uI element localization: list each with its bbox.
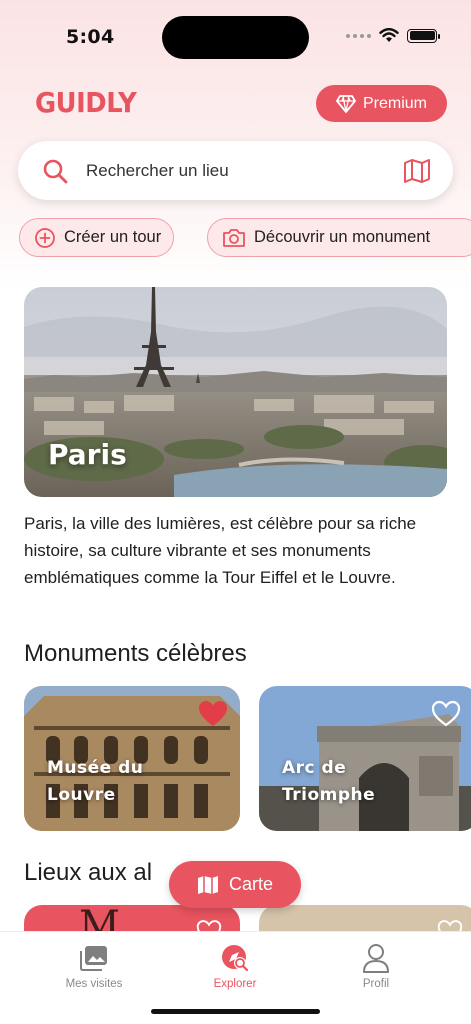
discover-monument-chip[interactable]: Découvrir un monument bbox=[207, 218, 471, 257]
map-icon bbox=[197, 875, 218, 894]
city-name: Paris bbox=[48, 438, 127, 471]
battery-icon bbox=[407, 28, 440, 43]
favorite-heart-icon[interactable] bbox=[198, 700, 228, 727]
tab-label: Profil bbox=[362, 978, 390, 990]
gallery-icon bbox=[80, 946, 107, 971]
app-logo: GUIDLY bbox=[35, 86, 137, 119]
monument-name: Arc de Triomphe bbox=[282, 758, 376, 805]
create-tour-label: Créer un tour bbox=[64, 228, 162, 246]
tab-profile[interactable]: Profil bbox=[326, 942, 426, 990]
status-icons bbox=[346, 28, 440, 43]
discover-monument-label: Découvrir un monument bbox=[254, 228, 431, 246]
search-bar[interactable]: Rechercher un lieu bbox=[18, 141, 453, 200]
create-tour-chip[interactable]: Créer un tour bbox=[19, 218, 175, 257]
explore-icon bbox=[222, 945, 249, 972]
monument-card-arc-de-triomphe[interactable]: Arc de Triomphe bbox=[259, 686, 471, 831]
search-icon bbox=[43, 159, 68, 183]
status-time: 5:04 bbox=[66, 26, 115, 48]
home-indicator bbox=[151, 1009, 320, 1014]
tab-my-visits[interactable]: Mes visites bbox=[44, 942, 144, 990]
city-description: Paris, la ville des lumières, est célèbr… bbox=[24, 514, 417, 587]
map-view-button[interactable]: Carte bbox=[169, 861, 301, 908]
city-hero-card[interactable]: Paris bbox=[24, 287, 447, 497]
signal-icon bbox=[346, 33, 371, 38]
tab-label: Explorer bbox=[213, 978, 257, 990]
monuments-section-title: Monuments célèbres bbox=[24, 640, 247, 667]
user-icon bbox=[363, 944, 389, 973]
search-input[interactable]: Rechercher un lieu bbox=[86, 161, 403, 181]
map-button-label: Carte bbox=[228, 874, 273, 894]
tab-label: Mes visites bbox=[65, 978, 123, 990]
wifi-icon bbox=[379, 28, 399, 42]
dynamic-island bbox=[162, 16, 309, 59]
map-icon[interactable] bbox=[403, 158, 431, 184]
monument-name: Musée du Louvre bbox=[47, 758, 144, 805]
diamond-icon bbox=[336, 94, 356, 113]
plus-circle-icon bbox=[35, 227, 55, 248]
tab-explore[interactable]: Explorer bbox=[185, 942, 285, 990]
favorite-heart-outline-icon[interactable] bbox=[431, 700, 461, 727]
monument-card-louvre[interactable]: Musée du Louvre bbox=[24, 686, 240, 831]
camera-icon bbox=[223, 228, 245, 247]
premium-label: Premium bbox=[362, 94, 427, 112]
places-section-title: Lieux aux al bbox=[24, 859, 153, 886]
premium-button[interactable]: Premium bbox=[316, 85, 447, 122]
